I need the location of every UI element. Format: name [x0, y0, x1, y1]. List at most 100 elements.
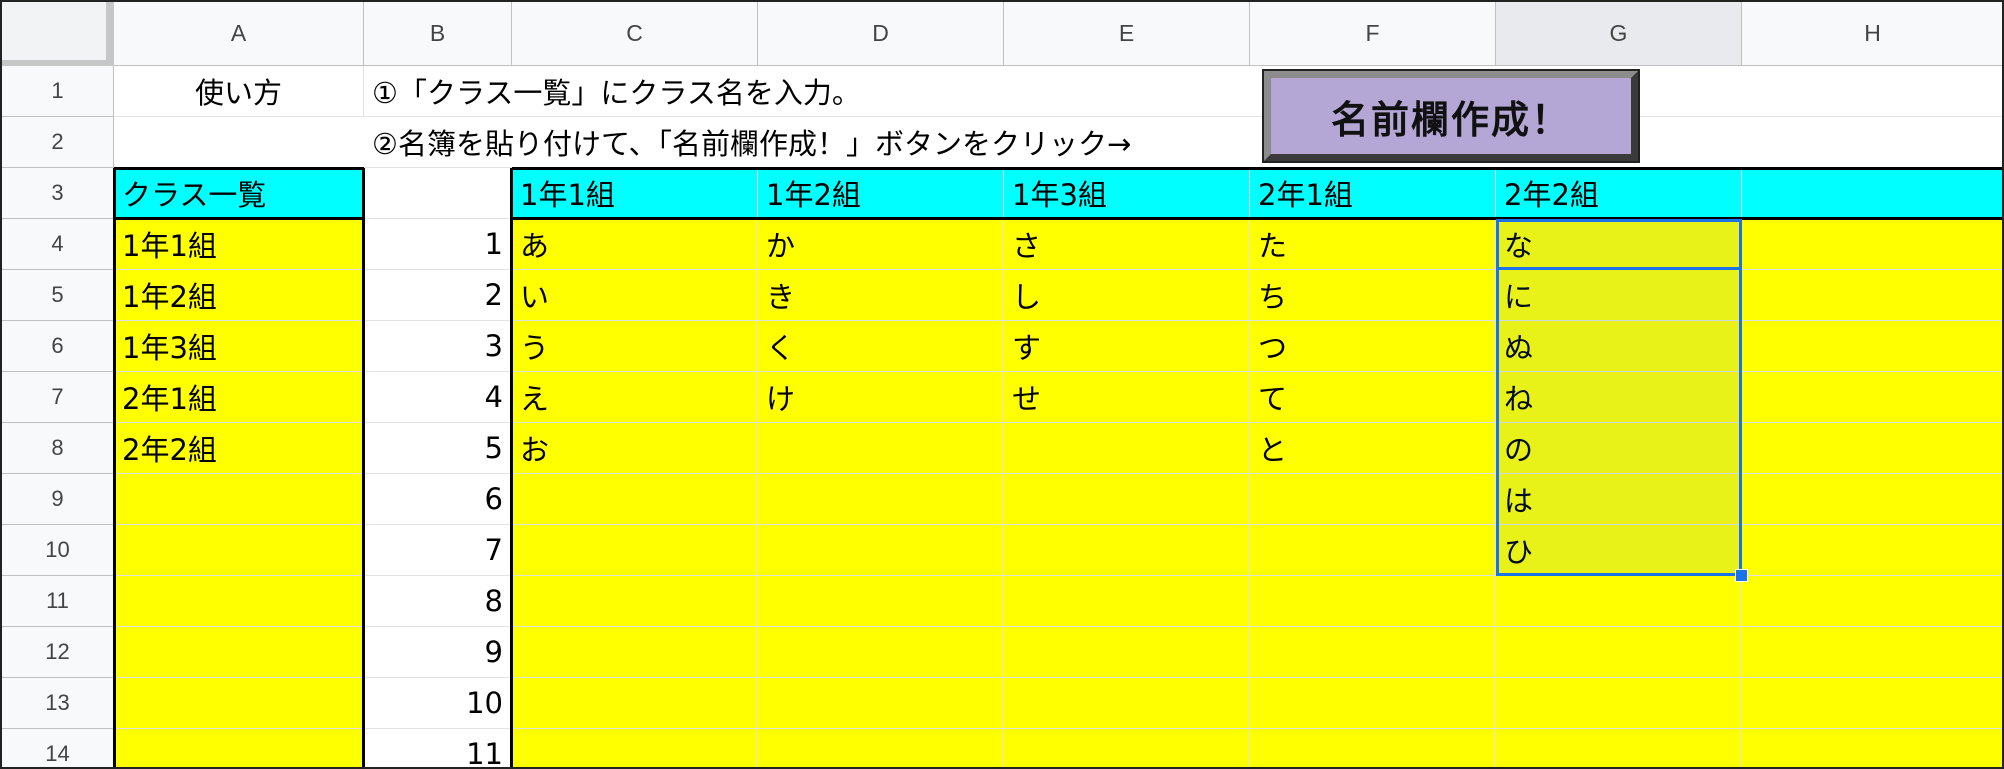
row-header-12[interactable]: 12 [2, 627, 114, 678]
column-header-g[interactable]: G [1496, 2, 1742, 66]
row-header-8[interactable]: 8 [2, 423, 114, 474]
fill-handle[interactable] [1735, 569, 1748, 582]
cell-f5[interactable]: ち [1250, 270, 1496, 321]
cell-a13[interactable] [114, 678, 364, 729]
cell-c5[interactable]: い [512, 270, 758, 321]
cell-f11[interactable] [1250, 576, 1496, 627]
cell-d12[interactable] [758, 627, 1004, 678]
cell-c3[interactable]: 1年1組 [512, 168, 758, 219]
cell-h7[interactable] [1742, 372, 2002, 423]
usage-label[interactable]: 使い方 [114, 66, 364, 117]
column-header-a[interactable]: A [114, 2, 364, 66]
cell-h5[interactable] [1742, 270, 2002, 321]
cell-a6[interactable]: 1年3組 [114, 321, 364, 372]
cell-a12[interactable] [114, 627, 364, 678]
row-header-11[interactable]: 11 [2, 576, 114, 627]
cell-c10[interactable] [512, 525, 758, 576]
cell-d11[interactable] [758, 576, 1004, 627]
cell-f7[interactable]: て [1250, 372, 1496, 423]
cell-g7[interactable]: ね [1496, 372, 1742, 423]
cell-a7[interactable]: 2年1組 [114, 372, 364, 423]
cell-b3[interactable] [364, 168, 512, 219]
cell-b13[interactable]: 10 [364, 678, 512, 729]
instruction-step-2[interactable]: ②名簿を貼り付けて、「名前欄作成！」ボタンをクリック→ [364, 117, 2002, 168]
cell-g13[interactable] [1496, 678, 1742, 729]
row-header-4[interactable]: 4 [2, 219, 114, 270]
cell-e7[interactable]: せ [1004, 372, 1250, 423]
cell-b12[interactable]: 9 [364, 627, 512, 678]
column-header-d[interactable]: D [758, 2, 1004, 66]
cell-e12[interactable] [1004, 627, 1250, 678]
cell-g12[interactable] [1496, 627, 1742, 678]
row-header-5[interactable]: 5 [2, 270, 114, 321]
cell-c6[interactable]: う [512, 321, 758, 372]
cell-c14[interactable] [512, 729, 758, 767]
cell-a4[interactable]: 1年1組 [114, 219, 364, 270]
cell-a11[interactable] [114, 576, 364, 627]
cell-e4[interactable]: さ [1004, 219, 1250, 270]
cell-h8[interactable] [1742, 423, 2002, 474]
instruction-step-1[interactable]: ①「クラス一覧」にクラス名を入力。 [364, 66, 2002, 117]
cell-d10[interactable] [758, 525, 1004, 576]
cell-h11[interactable] [1742, 576, 2002, 627]
cell-a5[interactable]: 1年2組 [114, 270, 364, 321]
cell-f13[interactable] [1250, 678, 1496, 729]
cell-e10[interactable] [1004, 525, 1250, 576]
cell-h3[interactable] [1742, 168, 2002, 219]
cell-f12[interactable] [1250, 627, 1496, 678]
cell-a14[interactable] [114, 729, 364, 767]
cell-c8[interactable]: お [512, 423, 758, 474]
cell-g14[interactable] [1496, 729, 1742, 767]
cell-a10[interactable] [114, 525, 364, 576]
cell-e13[interactable] [1004, 678, 1250, 729]
row-header-10[interactable]: 10 [2, 525, 114, 576]
column-header-e[interactable]: E [1004, 2, 1250, 66]
cell-d5[interactable]: き [758, 270, 1004, 321]
cell-g8[interactable]: の [1496, 423, 1742, 474]
cell-h4[interactable] [1742, 219, 2002, 270]
cell-d7[interactable]: け [758, 372, 1004, 423]
cell-g5[interactable]: に [1496, 270, 1742, 321]
cell-e9[interactable] [1004, 474, 1250, 525]
column-header-c[interactable]: C [512, 2, 758, 66]
cell-f6[interactable]: つ [1250, 321, 1496, 372]
cell-g9[interactable]: は [1496, 474, 1742, 525]
row-header-3[interactable]: 3 [2, 168, 114, 219]
cell-d13[interactable] [758, 678, 1004, 729]
cell-e6[interactable]: す [1004, 321, 1250, 372]
cell-b7[interactable]: 4 [364, 372, 512, 423]
cell-h10[interactable] [1742, 525, 2002, 576]
cell-g10[interactable]: ひ [1496, 525, 1742, 576]
row-header-7[interactable]: 7 [2, 372, 114, 423]
cell-d6[interactable]: く [758, 321, 1004, 372]
cell-e14[interactable] [1004, 729, 1250, 767]
cell-b5[interactable]: 2 [364, 270, 512, 321]
cell-h12[interactable] [1742, 627, 2002, 678]
cell-b11[interactable]: 8 [364, 576, 512, 627]
row-header-1[interactable]: 1 [2, 66, 114, 117]
cell-f4[interactable]: た [1250, 219, 1496, 270]
column-header-f[interactable]: F [1250, 2, 1496, 66]
cell-d3[interactable]: 1年2組 [758, 168, 1004, 219]
cell-f3[interactable]: 2年1組 [1250, 168, 1496, 219]
cell-f10[interactable] [1250, 525, 1496, 576]
cell-c13[interactable] [512, 678, 758, 729]
cell-e5[interactable]: し [1004, 270, 1250, 321]
cell-h9[interactable] [1742, 474, 2002, 525]
cell-f9[interactable] [1250, 474, 1496, 525]
cell-e8[interactable] [1004, 423, 1250, 474]
cell-f8[interactable]: と [1250, 423, 1496, 474]
cell-d8[interactable] [758, 423, 1004, 474]
cell-h14[interactable] [1742, 729, 2002, 767]
row-header-13[interactable]: 13 [2, 678, 114, 729]
cell-d14[interactable] [758, 729, 1004, 767]
cell-b10[interactable]: 7 [364, 525, 512, 576]
cell-e3[interactable]: 1年3組 [1004, 168, 1250, 219]
cell-a3[interactable]: クラス一覧 [114, 168, 364, 219]
row-header-2[interactable]: 2 [2, 117, 114, 168]
column-header-b[interactable]: B [364, 2, 512, 66]
row-header-14[interactable]: 14 [2, 729, 114, 767]
cell-d9[interactable] [758, 474, 1004, 525]
cell-g4[interactable]: な [1496, 219, 1742, 270]
cell-c12[interactable] [512, 627, 758, 678]
